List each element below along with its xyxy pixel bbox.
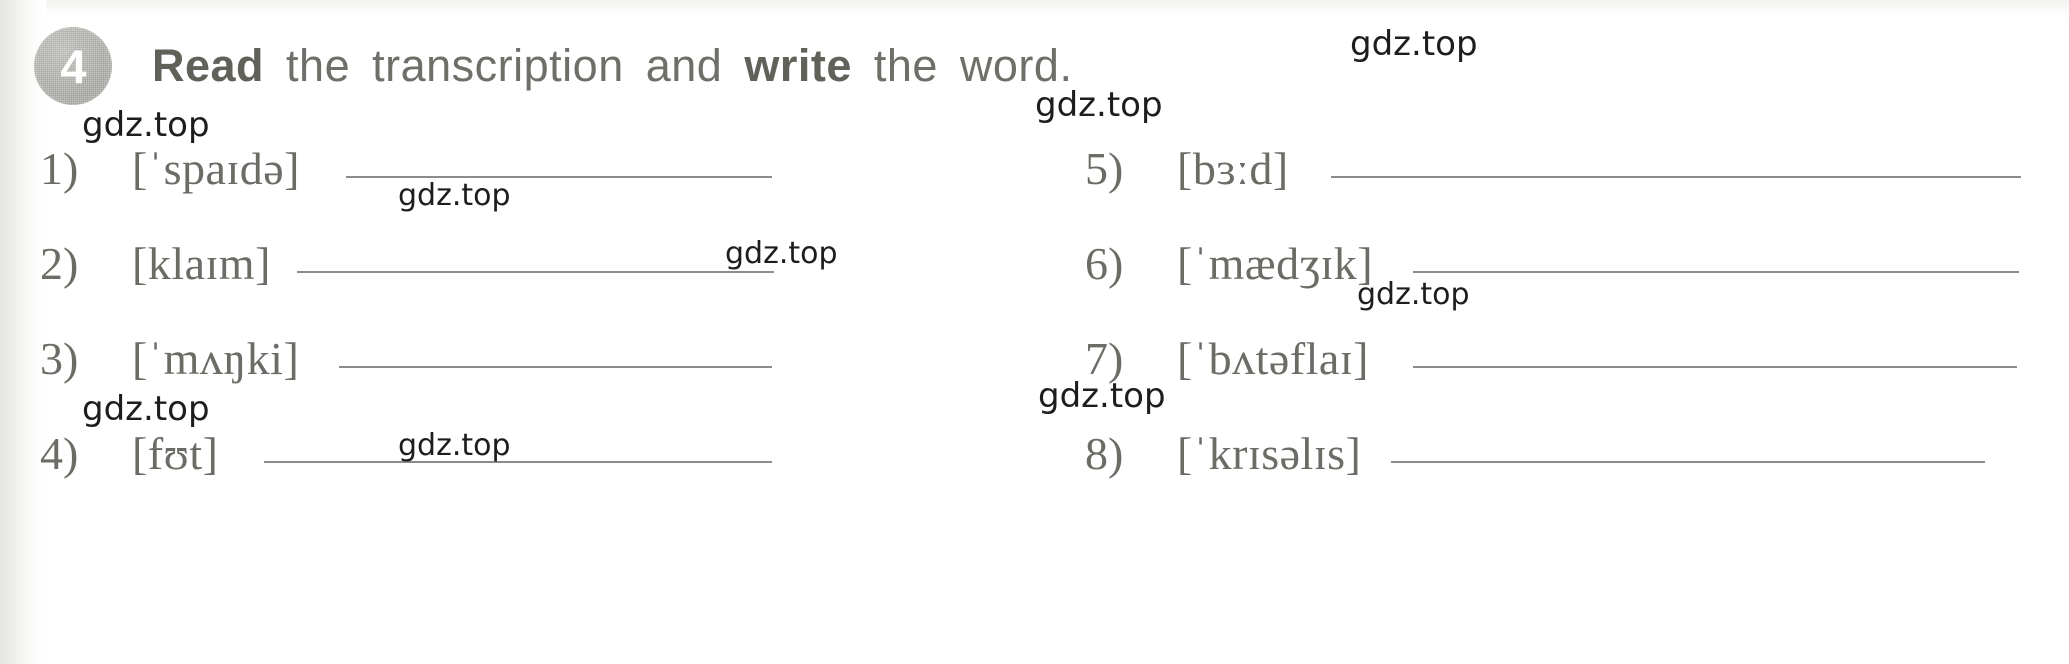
item-answer-blank[interactable] — [1330, 138, 2022, 184]
item-answer-blank[interactable] — [264, 423, 772, 469]
item-transcription: [klaɪm] — [132, 238, 271, 289]
instruction-word-5: write — [744, 40, 852, 91]
item-transcription: [ˈspaɪdə] — [132, 143, 300, 194]
exercise-item: 8) [ˈkrɪsəlɪs] — [1085, 423, 2035, 518]
item-number: 3) — [40, 333, 79, 384]
item-answer-blank[interactable] — [1412, 328, 2018, 374]
exercise-item: 3) [ˈmʌŋki] — [40, 328, 830, 423]
item-number: 8) — [1085, 428, 1124, 479]
exercise-item: 4) [fʊt] — [40, 423, 830, 518]
exercise-item: 2) [klaɪm] — [40, 233, 830, 328]
exercise-item: 1) [ˈspaɪdə] — [40, 138, 830, 233]
exercise-header: 4 Read the transcription and write the word. — [34, 26, 1072, 106]
item-answer-blank[interactable] — [296, 233, 775, 279]
instruction-word-2: the — [286, 40, 351, 91]
item-number: 1) — [40, 143, 79, 194]
item-answer-blank[interactable] — [345, 138, 773, 184]
exercise-number-badge: 4 — [34, 27, 112, 105]
exercise-item: 7) [ˈbʌtəflaɪ] — [1085, 328, 2035, 423]
item-number: 5) — [1085, 143, 1124, 194]
worksheet-page: 4 Read the transcription and write the word. 1… — [0, 0, 2069, 664]
instruction-word-7: word. — [959, 40, 1073, 91]
instruction-word-6: the — [873, 40, 938, 91]
exercise-item: 6) [ˈmædʒɪk] — [1085, 233, 2035, 328]
item-transcription: [ˈmædʒɪk] — [1177, 238, 1374, 289]
item-number: 4) — [40, 428, 79, 479]
item-answer-blank[interactable] — [1391, 423, 1985, 469]
instruction-word-4: and — [645, 40, 723, 91]
item-transcription: [bɜːd] — [1177, 143, 1289, 194]
item-number: 2) — [40, 238, 79, 289]
item-transcription: [fʊt] — [132, 428, 219, 479]
exercise-number: 4 — [60, 39, 86, 93]
item-number: 6) — [1085, 238, 1124, 289]
exercise-item: 5) [bɜːd] — [1085, 138, 2035, 233]
instruction-word-1: Read — [152, 40, 265, 91]
exercise-column-left: 1) [ˈspaɪdə] 2) [klaɪm] 3) [ˈmʌŋki] 4) [fʊt] — [40, 138, 830, 518]
instruction-word-3: transcription — [372, 40, 624, 91]
item-transcription: [ˈbʌtəflaɪ] — [1177, 333, 1369, 384]
item-answer-blank[interactable] — [339, 328, 772, 374]
watermark: gdz.top — [1350, 24, 1478, 64]
exercise-instruction: Read the transcription and write the word. — [152, 40, 1072, 92]
item-transcription: [ˈmʌŋki] — [132, 333, 300, 384]
page-top-shadow — [0, 0, 2069, 18]
exercise-column-right: 5) [bɜːd] 6) [ˈmædʒɪk] 7) [ˈbʌtəflaɪ] 8) [ˈkrɪs… — [1085, 138, 2035, 518]
item-answer-blank[interactable] — [1413, 233, 2019, 279]
item-transcription: [ˈkrɪsəlɪs] — [1177, 428, 1362, 479]
item-number: 7) — [1085, 333, 1124, 384]
